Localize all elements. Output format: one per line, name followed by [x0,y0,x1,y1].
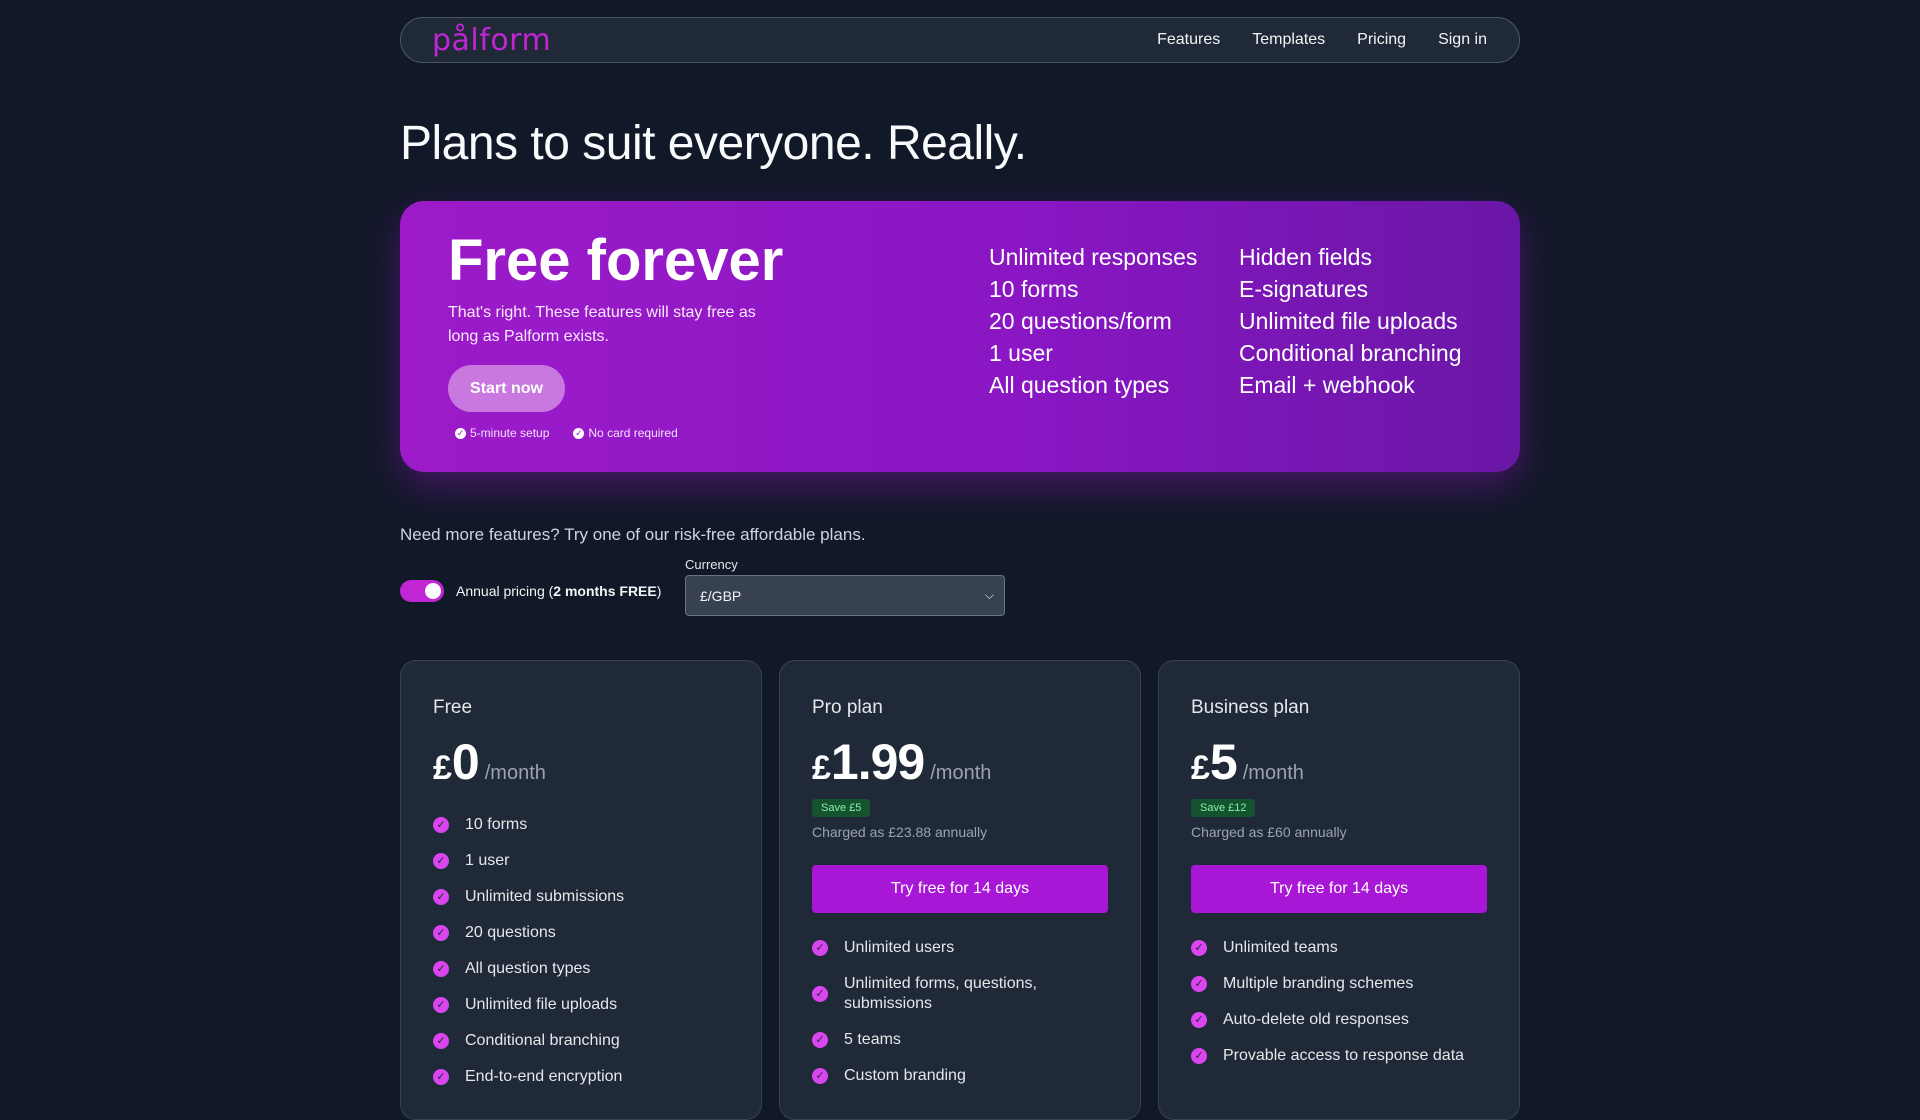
plan-price: £0/month [433,734,546,790]
hero-title: Free forever [448,228,784,293]
check-circle-icon: ✓ [573,427,585,439]
check-icon: ✓ [433,853,449,869]
hero-check-setup: ✓ 5-minute setup [455,426,549,440]
check-icon: ✓ [1191,940,1207,956]
hero-check-label: 5-minute setup [470,426,550,440]
hero-features-col-1: Unlimited responses 10 forms 20 question… [989,241,1197,401]
save-badge: Save £12 [1191,799,1256,817]
check-icon: ✓ [433,1069,449,1085]
plan-card-pro: Pro plan £1.99/month Save £5 Charged as … [779,660,1141,1120]
hero-feature: Unlimited responses [989,244,1198,270]
annual-pricing-label: Annual pricing (2 months FREE) [456,583,662,599]
check-icon: ✓ [812,940,828,956]
check-icon: ✓ [433,889,449,905]
hero-feature: 1 user [989,340,1053,366]
list-item: ✓ Unlimited teams [1191,930,1464,966]
list-item: ✓ Auto-delete old responses [1191,1002,1464,1038]
hero-subtitle: That's right. These features will stay f… [448,304,756,345]
list-item: ✓ Multiple branding schemes [1191,966,1464,1002]
list-item: ✓ Unlimited submissions [433,879,624,915]
check-icon: ✓ [433,961,449,977]
check-icon: ✓ [812,1032,828,1048]
nav-link-templates[interactable]: Templates [1252,31,1325,49]
list-item: ✓ Unlimited forms, questions, submissions [812,966,1064,1022]
hero-feature: Unlimited file uploads [1239,308,1458,334]
hero-checks: ✓ 5-minute setup ✓ No card required [455,426,678,440]
page-title: Plans to suit everyone. Really. [400,117,1027,170]
start-now-button[interactable]: Start now [448,365,565,412]
list-item: ✓ Unlimited users [812,930,1064,966]
check-icon: ✓ [1191,1012,1207,1028]
chevron-down-icon: ⌵ [984,588,994,602]
check-circle-icon: ✓ [455,427,466,439]
list-item: ✓ 20 questions [433,915,624,951]
page-container: pålform Features Templates Pricing Sign … [400,0,1520,1120]
check-icon: ✓ [812,1068,828,1084]
hero-check-no-card: ✓ No card required [573,426,678,440]
hero-feature: Conditional branching [1239,340,1462,366]
check-icon: ✓ [1191,1048,1207,1064]
currency-select[interactable]: £/GBP ⌵ [685,575,1005,616]
plan-name: Business plan [1191,697,1310,718]
hero-feature: Hidden fields [1239,244,1372,270]
list-item: ✓ Unlimited file uploads [433,987,624,1023]
list-item: ✓ End-to-end encryption [433,1059,624,1095]
check-icon: ✓ [433,1033,449,1049]
list-item: ✓ Provable access to response data [1191,1038,1464,1074]
charged-annually-text: Charged as £60 annually [1191,824,1347,840]
plan-features: ✓ 10 forms ✓ 1 user ✓ Unlimited submissions… [433,807,624,1095]
hero-check-label: No card required [588,426,678,440]
hero-feature: All question types [989,372,1170,398]
list-item: ✓ 5 teams [812,1022,1064,1058]
hero-feature: Email + webhook [1239,372,1415,398]
check-icon: ✓ [433,817,449,833]
hero-feature: 10 forms [989,276,1079,302]
nav-link-features[interactable]: Features [1157,31,1220,49]
annual-pricing-toggle[interactable] [400,580,444,602]
toggle-knob [425,583,441,599]
top-nav: pålform Features Templates Pricing Sign … [400,17,1520,63]
check-icon: ✓ [433,997,449,1013]
try-free-button[interactable]: Try free for 14 days [812,865,1108,913]
more-features-text: Need more features? Try one of our risk-… [400,525,866,544]
free-forever-hero: Free forever That's right. These feature… [400,201,1520,472]
hero-feature: 20 questions/form [989,308,1172,334]
currency-value: £/GBP [700,587,742,604]
save-badge: Save £5 [812,799,871,817]
plan-card-business: Business plan £5/month Save £12 Charged … [1158,660,1520,1120]
hero-features-col-2: Hidden fields E-signatures Unlimited fil… [1239,241,1462,401]
check-icon: ✓ [433,925,449,941]
plan-card-free: Free £0/month ✓ 10 forms ✓ 1 user ✓ Unlimit… [400,660,762,1120]
charged-annually-text: Charged as £23.88 annually [812,824,988,840]
nav-links: Features Templates Pricing Sign in [1157,31,1487,49]
plan-name: Free [433,697,473,718]
plan-price: £5/month [1191,734,1304,790]
plan-features: ✓ Unlimited users ✓ Unlimited forms, quest… [812,930,1064,1094]
logo[interactable]: pålform [432,23,551,58]
plan-features: ✓ Unlimited teams ✓ Multiple branding sche… [1191,930,1464,1074]
plan-price: £1.99/month [812,734,992,790]
try-free-button[interactable]: Try free for 14 days [1191,865,1487,913]
check-icon: ✓ [812,986,828,1002]
list-item: ✓ Custom branding [812,1058,1064,1094]
hero-feature: E-signatures [1239,276,1369,302]
nav-link-pricing[interactable]: Pricing [1357,31,1406,49]
pricing-controls: Annual pricing (2 months FREE) Currency … [400,557,1520,627]
list-item: ✓ 10 forms [433,807,624,843]
list-item: ✓ 1 user [433,843,624,879]
currency-label: Currency [685,557,738,572]
plan-cards: Free £0/month ✓ 10 forms ✓ 1 user ✓ Unlimit… [400,660,1520,1120]
check-icon: ✓ [1191,976,1207,992]
list-item: ✓ Conditional branching [433,1023,624,1059]
plan-name: Pro plan [812,697,883,718]
nav-link-sign-in[interactable]: Sign in [1438,31,1487,49]
list-item: ✓ All question types [433,951,624,987]
